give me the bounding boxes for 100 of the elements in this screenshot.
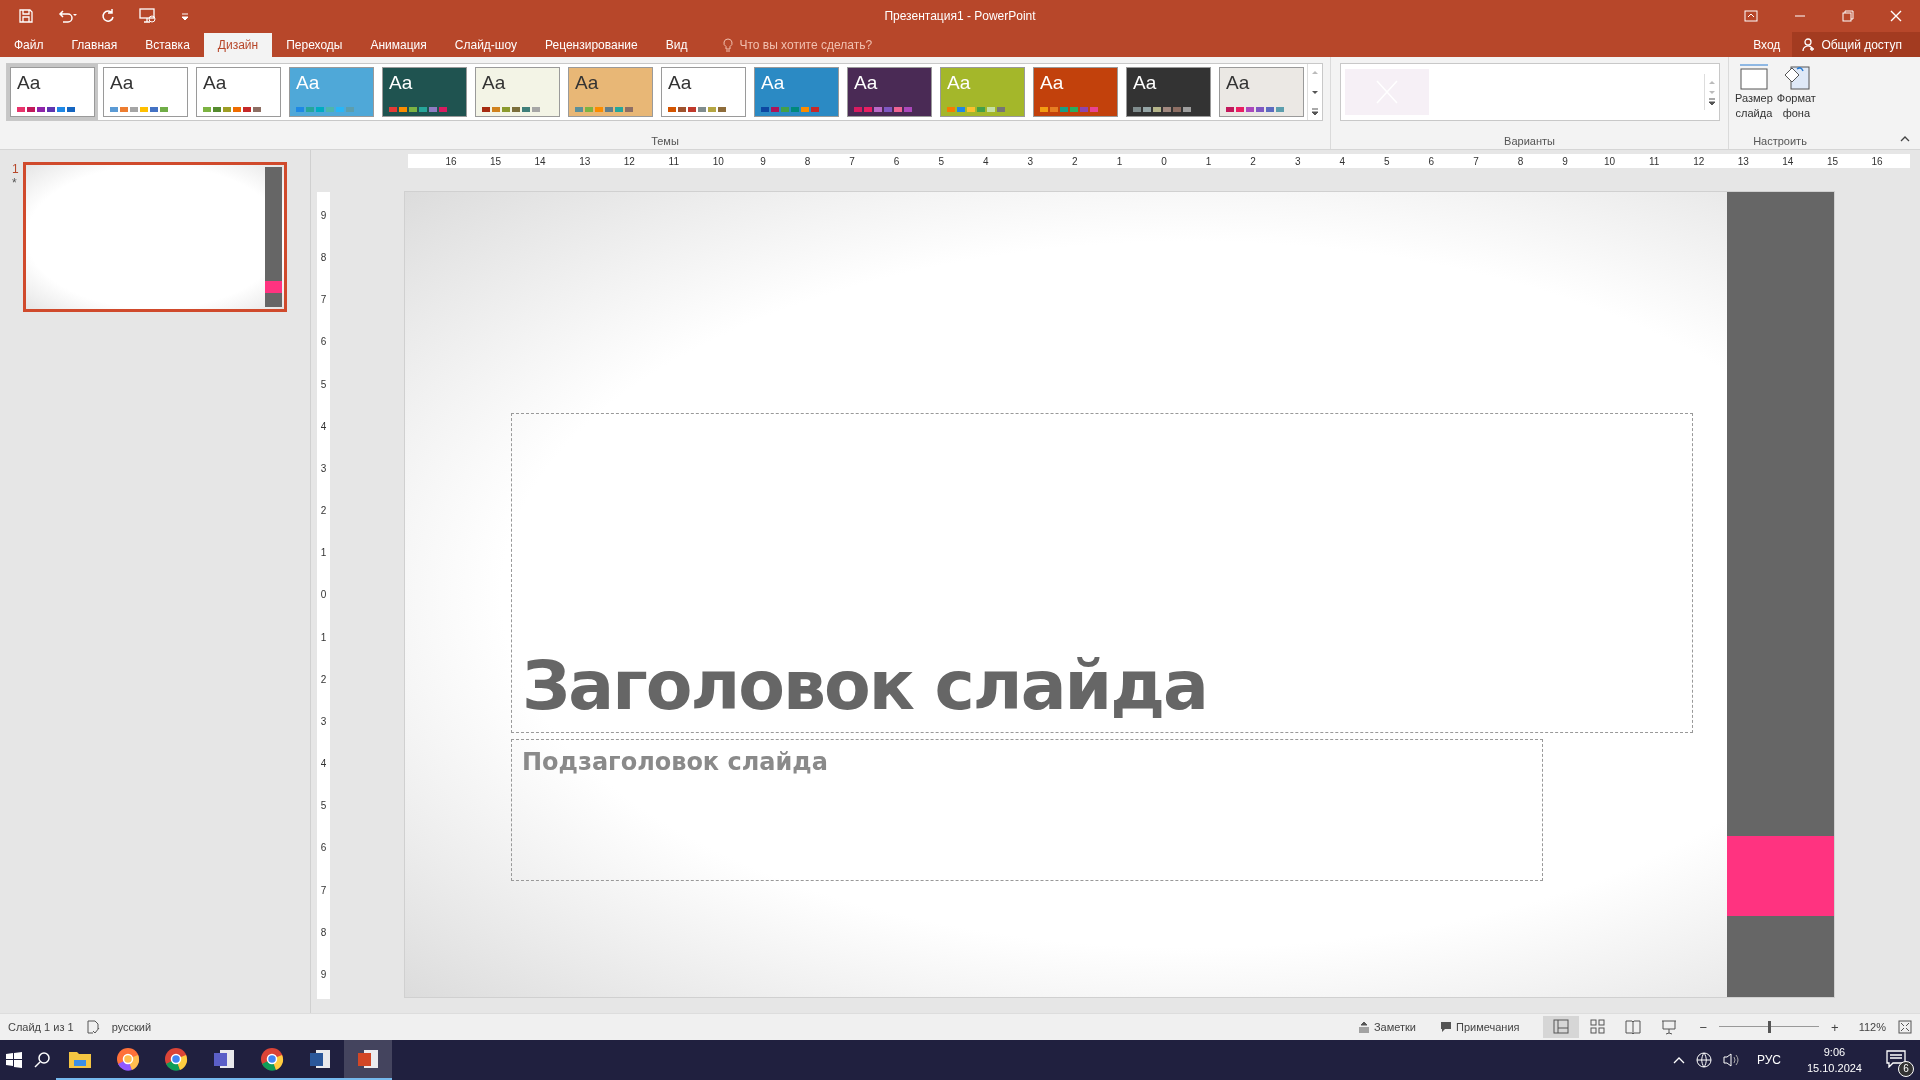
ruler-number: 7 bbox=[848, 155, 856, 167]
ruler-number: 0 bbox=[320, 589, 327, 602]
ribbon-tab[interactable]: Главная bbox=[57, 33, 132, 57]
ruler-number: 8 bbox=[1516, 155, 1525, 167]
comments-button[interactable]: Примечания bbox=[1439, 1021, 1520, 1033]
clock-date[interactable]: 15.10.2024 bbox=[1806, 1060, 1862, 1076]
save-icon[interactable] bbox=[18, 8, 34, 24]
ruler-number: 3 bbox=[1026, 155, 1035, 167]
zoom-out-button[interactable]: − bbox=[1699, 1019, 1708, 1035]
slide-size-icon bbox=[1738, 63, 1769, 91]
ribbon-tab[interactable]: Слайд-шоу bbox=[440, 33, 531, 57]
ruler-number: 6 bbox=[320, 336, 327, 349]
theme-thumbnail[interactable]: Aa bbox=[1126, 67, 1211, 117]
globe-icon[interactable] bbox=[1695, 1052, 1712, 1068]
ruler-number: 8 bbox=[320, 926, 327, 939]
fit-to-window-icon[interactable] bbox=[1898, 1020, 1912, 1034]
close-icon[interactable] bbox=[1890, 10, 1902, 22]
document-app-icon bbox=[212, 1048, 236, 1070]
speaker-icon[interactable] bbox=[1721, 1052, 1740, 1068]
clock-time[interactable]: 9:06 bbox=[1823, 1044, 1846, 1060]
slide-title: Заголовок слайда bbox=[522, 652, 1207, 720]
theme-thumbnail[interactable]: Aa bbox=[103, 67, 188, 117]
theme-thumbnail[interactable]: Aa bbox=[382, 67, 467, 117]
taskbar-app[interactable] bbox=[344, 1040, 392, 1080]
comment-icon bbox=[1439, 1021, 1452, 1033]
notes-button[interactable]: Заметки bbox=[1357, 1021, 1416, 1033]
slide-subtitle: Подзаголовок слайда bbox=[522, 748, 828, 776]
browser-icon bbox=[116, 1047, 140, 1071]
collapse-ribbon-icon[interactable] bbox=[1900, 135, 1910, 143]
theme-thumbnail[interactable]: Aa bbox=[568, 67, 653, 117]
notification-count: 6 bbox=[1898, 1060, 1914, 1077]
browser-icon bbox=[164, 1047, 188, 1071]
ruler-number: 7 bbox=[1472, 155, 1480, 167]
chevron-up-icon[interactable] bbox=[1671, 1055, 1686, 1065]
ruler-number: 13 bbox=[1736, 155, 1750, 167]
theme-thumbnail[interactable]: Aa bbox=[196, 67, 281, 117]
browser-icon bbox=[260, 1047, 284, 1071]
title-placeholder[interactable]: Заголовок слайда bbox=[511, 413, 1693, 733]
zoom-level[interactable]: 112% bbox=[1858, 1021, 1886, 1033]
theme-thumbnail[interactable]: Aa bbox=[661, 67, 746, 117]
ribbon-tab[interactable]: Вид bbox=[651, 33, 702, 57]
restore-icon[interactable] bbox=[1842, 10, 1854, 22]
search-icon[interactable] bbox=[33, 1051, 51, 1069]
ribbon-tab[interactable]: Файл bbox=[0, 33, 58, 57]
ruler-number: 2 bbox=[320, 673, 327, 686]
theme-thumbnail[interactable]: Aa bbox=[754, 67, 839, 117]
person-add-icon bbox=[1802, 37, 1817, 52]
theme-thumbnail[interactable]: Aa bbox=[1219, 67, 1304, 117]
slideshow-icon[interactable] bbox=[138, 7, 158, 25]
ruler-number: 13 bbox=[578, 155, 592, 167]
ruler-number: 5 bbox=[1383, 155, 1391, 167]
ruler-number: 9 bbox=[320, 968, 327, 981]
theme-thumbnail[interactable]: Aa bbox=[475, 67, 560, 117]
format-background-button[interactable]: Формат фона bbox=[1776, 63, 1816, 121]
ruler-number: 11 bbox=[1648, 155, 1661, 167]
ruler-number: 8 bbox=[803, 155, 812, 167]
normal-view-icon[interactable] bbox=[1543, 1016, 1580, 1038]
more-icon[interactable] bbox=[1706, 97, 1717, 107]
ruler-number: 15 bbox=[489, 155, 503, 167]
tell-me-field[interactable]: Что вы хотите сделать? bbox=[723, 33, 892, 57]
ruler-number: 4 bbox=[981, 155, 990, 167]
ruler-number: 6 bbox=[1427, 155, 1436, 167]
zoom-slider[interactable] bbox=[1719, 1020, 1820, 1034]
ribbon-tab[interactable]: Анимация bbox=[356, 33, 441, 57]
ruler-number: 6 bbox=[320, 842, 327, 855]
zoom-in-button[interactable]: + bbox=[1831, 1019, 1839, 1035]
slide-size-button[interactable]: Размер слайда bbox=[1735, 63, 1773, 121]
more-icon[interactable] bbox=[1310, 107, 1320, 117]
input-language[interactable]: РУС bbox=[1756, 1053, 1781, 1067]
ruler-number: 14 bbox=[533, 155, 547, 167]
ribbon-tab[interactable]: Дизайн bbox=[203, 33, 273, 57]
ruler-number: 10 bbox=[1603, 155, 1617, 167]
theme-thumbnail[interactable]: Aa bbox=[1033, 67, 1118, 117]
ruler-number: 15 bbox=[1825, 155, 1839, 167]
ruler-number: 10 bbox=[711, 155, 725, 167]
zoom-slider-thumb[interactable] bbox=[1768, 1021, 1772, 1033]
dropdown-icon[interactable] bbox=[180, 11, 190, 21]
redo-icon[interactable] bbox=[100, 8, 116, 24]
ribbon-tab[interactable]: Рецензирование bbox=[531, 33, 652, 57]
ruler-number: 7 bbox=[320, 294, 327, 307]
ribbon-tab[interactable]: Вставка bbox=[131, 33, 204, 57]
start-icon[interactable] bbox=[5, 1051, 23, 1069]
slide-thumbnail[interactable] bbox=[22, 162, 287, 312]
ribbon-tab[interactable]: Переходы bbox=[272, 33, 357, 57]
ruler-number: 5 bbox=[937, 155, 945, 167]
ruler-number: 12 bbox=[622, 155, 636, 167]
theme-thumbnail[interactable]: Aa bbox=[847, 67, 932, 117]
ruler-number: 0 bbox=[1160, 155, 1168, 167]
ruler-number: 2 bbox=[1249, 155, 1257, 167]
undo-icon[interactable] bbox=[56, 8, 78, 24]
theme-thumbnail[interactable]: Aa bbox=[10, 67, 95, 117]
share-button[interactable]: Общий доступ bbox=[1792, 32, 1920, 57]
ruler-number: 9 bbox=[759, 155, 767, 167]
ruler-number: 8 bbox=[320, 252, 327, 265]
language-indicator[interactable]: русский bbox=[111, 1021, 152, 1033]
sign-in-link[interactable]: Вход bbox=[1741, 32, 1793, 57]
lightbulb-icon bbox=[723, 38, 734, 52]
ribbon-display-icon[interactable] bbox=[1744, 10, 1758, 22]
ruler-number: 7 bbox=[320, 884, 327, 897]
slide-canvas[interactable]: Заголовок слайда Подзаголовок слайда bbox=[405, 192, 1834, 997]
